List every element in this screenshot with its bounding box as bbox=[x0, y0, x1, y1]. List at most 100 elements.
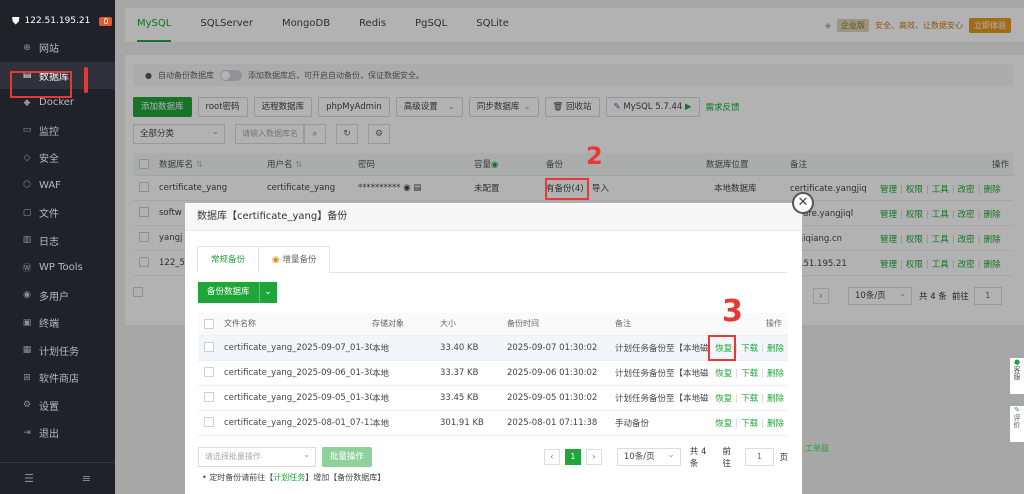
annotation-number-2: 2 bbox=[586, 142, 603, 170]
storage-cell: 本地 bbox=[372, 335, 440, 361]
restore-link[interactable]: 恢复 bbox=[715, 419, 732, 429]
download-link[interactable]: 下载 bbox=[741, 419, 758, 429]
logout-icon: ⇥ bbox=[23, 427, 31, 438]
download-link[interactable]: 下载 bbox=[741, 344, 758, 354]
backup-database-button[interactable]: 备份数据库 bbox=[198, 282, 259, 303]
total-count: 共 4 条 bbox=[689, 447, 707, 469]
batch-operation-button[interactable]: 批量操作 bbox=[321, 447, 372, 467]
separator: | bbox=[735, 418, 739, 429]
page-1-button[interactable]: 1 bbox=[564, 449, 581, 465]
sidebar-item-globe[interactable]: ⊕ 网站 bbox=[0, 34, 115, 62]
row-checkbox[interactable] bbox=[204, 417, 214, 428]
customer-service-widget[interactable]: ● 客服 bbox=[1010, 358, 1024, 394]
restore-link[interactable]: 恢复 bbox=[715, 394, 732, 404]
sidebar-item-label: Docker bbox=[39, 97, 75, 109]
sidebar-item-logout[interactable]: ⇥ 退出 bbox=[0, 419, 115, 447]
col-file-name: 文件名称 bbox=[224, 313, 372, 336]
sidebar-item-label: 计划任务 bbox=[39, 346, 79, 358]
server-header[interactable]: ⛊ 122.51.195.21 0 bbox=[0, 8, 115, 34]
sidebar-item-shield[interactable]: ◇ 安全 bbox=[0, 144, 115, 172]
size-cell: 33.37 KB bbox=[440, 360, 507, 386]
calendar-icon: ▦ bbox=[22, 345, 32, 356]
chevron-down-icon[interactable]: ⌄ bbox=[258, 282, 277, 303]
folder-icon: ▢ bbox=[22, 207, 32, 218]
file-name-cell: certificate_yang_2025-08-01_07-11-38 bbox=[224, 410, 372, 436]
shield-icon: ◇ bbox=[23, 152, 31, 163]
sidebar-item-label: 终端 bbox=[39, 319, 59, 331]
sidebar-item-folder[interactable]: ▢ 文件 bbox=[0, 199, 115, 227]
goto-label: 前往 bbox=[722, 447, 732, 469]
modal-title: 数据库【certificate_yang】备份 bbox=[185, 203, 802, 231]
storage-cell: 本地 bbox=[372, 360, 440, 386]
menu-icon[interactable]: ≡ bbox=[82, 472, 91, 485]
close-icon[interactable]: ✕ bbox=[792, 192, 814, 214]
sidebar-item-label: 文件 bbox=[39, 209, 59, 221]
backup-footer: 请选择批量操作 批量操作 ‹ 1 › 10条/页 共 4 条 前往 1 页 bbox=[198, 445, 788, 469]
separator: | bbox=[761, 418, 764, 429]
sidebar-item-wordpress[interactable]: Ⓦ WP Tools bbox=[0, 254, 115, 282]
per-page-select[interactable]: 10条/页 bbox=[616, 447, 681, 466]
collapse-icon[interactable]: ☰ bbox=[24, 472, 34, 485]
annotation-box-database bbox=[10, 71, 72, 98]
batch-operation-select[interactable]: 请选择批量操作 bbox=[198, 446, 316, 467]
separator: | bbox=[761, 343, 764, 354]
annotation-box-backup bbox=[545, 178, 589, 200]
delete-link[interactable]: 删除 bbox=[767, 419, 784, 429]
download-link[interactable]: 下载 bbox=[741, 394, 758, 404]
store-icon: ⊞ bbox=[23, 372, 31, 383]
review-widget[interactable]: ✎ 评价 bbox=[1010, 406, 1024, 442]
storage-cell: 本地 bbox=[372, 385, 440, 411]
backup-time-cell: 2025-09-07 01:30:02 bbox=[507, 335, 615, 361]
sidebar-item-monitor[interactable]: ▭ 监控 bbox=[0, 117, 115, 145]
gear-icon: ⚙ bbox=[22, 400, 32, 411]
row-checkbox[interactable] bbox=[204, 367, 214, 378]
message-count-badge[interactable]: 0 bbox=[99, 16, 113, 26]
chat-icon: ● bbox=[1013, 358, 1021, 366]
sidebar-item-label: 网站 bbox=[39, 44, 59, 56]
schedule-task-link[interactable]: 计划任务 bbox=[273, 473, 305, 482]
separator: | bbox=[761, 393, 764, 404]
sidebar-item-users[interactable]: ◉ 多用户 bbox=[0, 282, 115, 310]
backup-row: certificate_yang_2025-09-05_01-30-02本地33… bbox=[198, 385, 788, 411]
prev-page-button[interactable]: ‹ bbox=[543, 449, 560, 465]
backup-pager: ‹ 1 › 10条/页 共 4 条 前往 1 页 bbox=[543, 445, 788, 469]
wordpress-icon: Ⓦ bbox=[22, 264, 32, 275]
row-checkbox[interactable] bbox=[204, 342, 214, 353]
backup-row-ops: 恢复 | 下载 | 删除 bbox=[708, 410, 788, 436]
next-page-button[interactable]: › bbox=[585, 449, 602, 465]
separator: | bbox=[735, 393, 739, 404]
note-suffix: 】增加【备份数据库】 bbox=[305, 473, 386, 482]
ticket-link[interactable]: 工单服 bbox=[805, 443, 829, 454]
restore-link[interactable]: 恢复 bbox=[715, 369, 732, 379]
row-checkbox[interactable] bbox=[204, 392, 214, 403]
backup-tabs: 常规备份 ◉ 增量备份 bbox=[197, 246, 787, 273]
size-cell: 33.40 KB bbox=[440, 335, 507, 361]
col-ops: 操作 bbox=[708, 313, 788, 336]
delete-link[interactable]: 删除 bbox=[767, 369, 784, 379]
download-link[interactable]: 下载 bbox=[741, 369, 758, 379]
backup-row: certificate_yang_2025-08-01_07-11-38本地30… bbox=[198, 410, 788, 436]
sidebar-item-waf[interactable]: ⬡ WAF bbox=[0, 172, 115, 200]
customer-service-label: 客服 bbox=[1013, 366, 1021, 380]
tab-incremental-backup[interactable]: ◉ 增量备份 bbox=[258, 246, 331, 273]
col-storage: 存储对象 bbox=[372, 313, 440, 336]
server-shield-icon: ⛊ bbox=[12, 15, 20, 27]
sidebar-item-log[interactable]: ▥ 日志 bbox=[0, 227, 115, 255]
log-icon: ▥ bbox=[22, 235, 32, 246]
sidebar-item-gear[interactable]: ⚙ 设置 bbox=[0, 392, 115, 420]
sidebar-item-calendar[interactable]: ▦ 计划任务 bbox=[0, 337, 115, 365]
sidebar-item-terminal[interactable]: ▣ 终端 bbox=[0, 309, 115, 337]
globe-icon: ⊕ bbox=[23, 42, 31, 53]
note-cell: 计划任务备份至【本地磁盘】 bbox=[615, 335, 708, 361]
page-unit: 页 bbox=[779, 453, 788, 463]
sidebar-item-store[interactable]: ⊞ 软件商店 bbox=[0, 364, 115, 392]
tab-regular-backup[interactable]: 常规备份 bbox=[197, 246, 260, 273]
delete-link[interactable]: 删除 bbox=[767, 344, 784, 354]
backup-time-cell: 2025-08-01 07:11:38 bbox=[507, 410, 615, 436]
select-all-checkbox[interactable] bbox=[204, 318, 214, 329]
col-backup-time: 备份时间 bbox=[507, 313, 615, 336]
col-size: 大小 bbox=[440, 313, 507, 336]
goto-page-input[interactable]: 1 bbox=[744, 448, 775, 466]
delete-link[interactable]: 删除 bbox=[767, 394, 784, 404]
storage-cell: 本地 bbox=[372, 410, 440, 436]
